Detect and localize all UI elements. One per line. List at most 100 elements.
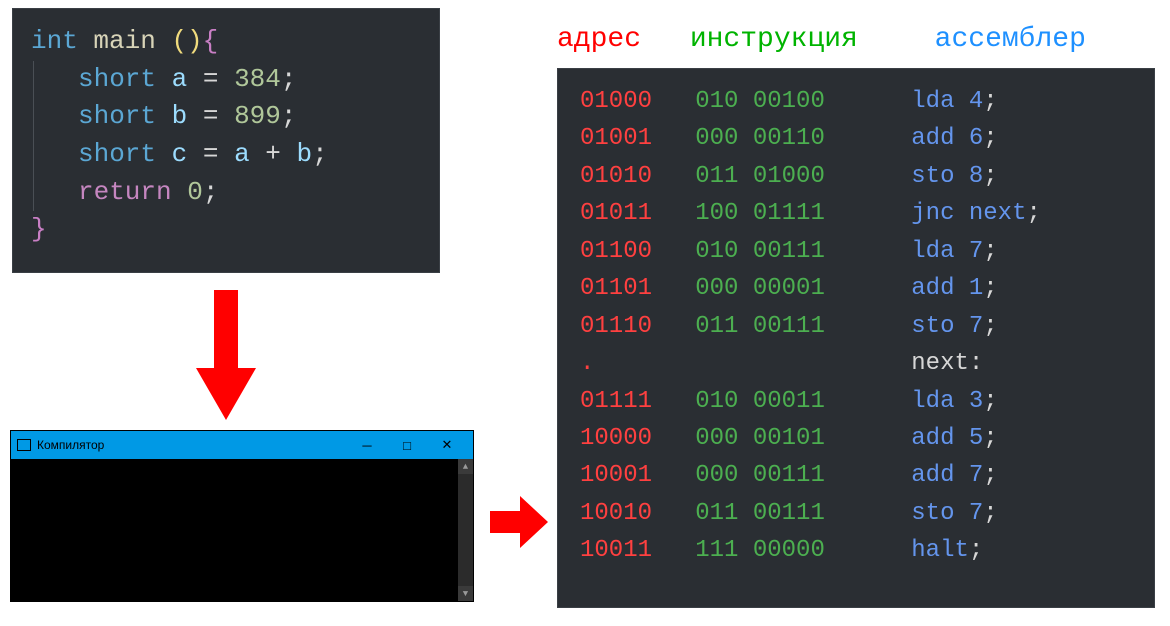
code-token	[218, 64, 234, 94]
asm-row: 01011 100 01111 jnc next;	[580, 195, 1132, 232]
code-token	[187, 139, 203, 169]
header-address: адрес	[557, 24, 641, 55]
asm-instruction: 100 01111	[695, 200, 911, 227]
close-button[interactable]: ✕	[427, 437, 467, 453]
asm-row: 10000 000 00101 add 5;	[580, 420, 1132, 457]
code-token	[187, 101, 203, 131]
asm-address: 10001	[580, 462, 695, 489]
code-line: short c = a + b;	[31, 136, 421, 174]
code-token: b	[172, 101, 188, 131]
asm-instruction: 010 00100	[695, 88, 911, 115]
code-token	[250, 139, 266, 169]
asm-instruction: 000 00001	[695, 275, 911, 302]
code-token: c	[172, 139, 188, 169]
code-token	[172, 177, 188, 207]
asm-instruction: 000 00101	[695, 425, 911, 452]
scrollbar[interactable]: ▲ ▼	[458, 459, 473, 601]
asm-semicolon: ;	[983, 125, 997, 152]
asm-semicolon: ;	[983, 163, 997, 190]
asm-instruction: 111 00000	[695, 537, 911, 564]
asm-instruction: 010 00011	[695, 388, 911, 415]
code-token: {	[203, 26, 219, 56]
asm-mnemonic: add 7	[911, 462, 983, 489]
asm-mnemonic: lda 3	[911, 388, 983, 415]
arrow-right-icon	[490, 496, 548, 553]
code-token: short	[78, 139, 156, 169]
asm-semicolon: ;	[983, 500, 997, 527]
asm-address: 01100	[580, 238, 695, 265]
asm-semicolon: ;	[983, 462, 997, 489]
asm-label: next:	[911, 350, 983, 377]
code-token	[156, 139, 172, 169]
asm-instruction	[695, 350, 911, 377]
code-token: =	[203, 64, 219, 94]
asm-address: 10000	[580, 425, 695, 452]
code-token	[187, 64, 203, 94]
code-line: short a = 384;	[31, 61, 421, 99]
code-token	[218, 101, 234, 131]
asm-address: 10010	[580, 500, 695, 527]
asm-row: 01101 000 00001 add 1;	[580, 270, 1132, 307]
code-line: int main (){	[31, 23, 421, 61]
asm-mnemonic: add 6	[911, 125, 983, 152]
asm-mnemonic: sto 7	[911, 500, 983, 527]
code-token	[78, 26, 94, 56]
asm-instruction: 000 00110	[695, 125, 911, 152]
asm-mnemonic: jnc next	[911, 200, 1026, 227]
asm-instruction: 011 01000	[695, 163, 911, 190]
code-token: ;	[203, 177, 219, 207]
code-token: ()	[171, 26, 202, 56]
maximize-button[interactable]: □	[387, 438, 427, 453]
asm-instruction: 000 00111	[695, 462, 911, 489]
code-token: 384	[234, 64, 281, 94]
code-token: ;	[281, 101, 297, 131]
code-token: +	[265, 139, 281, 169]
asm-address: 01010	[580, 163, 695, 190]
scroll-down-icon[interactable]: ▼	[458, 586, 473, 601]
console-output: ▲ ▼	[11, 459, 473, 601]
asm-address: .	[580, 350, 695, 377]
code-token: short	[78, 64, 156, 94]
window-titlebar[interactable]: Компилятор ─ □ ✕	[11, 431, 473, 459]
asm-semicolon: ;	[983, 425, 997, 452]
asm-row: 10011 111 00000 halt;	[580, 532, 1132, 569]
asm-mnemonic: halt	[911, 537, 969, 564]
asm-address: 01111	[580, 388, 695, 415]
code-token: return	[78, 177, 172, 207]
asm-row: 01110 011 00111 sto 7;	[580, 308, 1132, 345]
asm-row: 01100 010 00111 lda 7;	[580, 233, 1132, 270]
code-token: main	[93, 26, 155, 56]
code-token: b	[297, 139, 313, 169]
asm-mnemonic: lda 7	[911, 238, 983, 265]
asm-column-headers: адрес инструкция ассемблер	[557, 24, 1086, 55]
asm-address: 01011	[580, 200, 695, 227]
arrow-down-icon	[196, 290, 256, 425]
minimize-button[interactable]: ─	[347, 438, 387, 453]
asm-semicolon: ;	[983, 88, 997, 115]
asm-semicolon: ;	[983, 388, 997, 415]
code-token: int	[31, 26, 78, 56]
asm-row: 01111 010 00011 lda 3;	[580, 383, 1132, 420]
asm-row: 01001 000 00110 add 6;	[580, 120, 1132, 157]
code-token	[156, 26, 172, 56]
code-token: ;	[312, 139, 328, 169]
code-token: a	[172, 64, 188, 94]
asm-address: 01001	[580, 125, 695, 152]
header-assembler: ассемблер	[935, 24, 1086, 55]
asm-row: 01000 010 00100 lda 4;	[580, 83, 1132, 120]
asm-mnemonic: add 1	[911, 275, 983, 302]
asm-row: 10001 000 00111 add 7;	[580, 457, 1132, 494]
asm-address: 01101	[580, 275, 695, 302]
scroll-up-icon[interactable]: ▲	[458, 459, 473, 474]
code-token: }	[31, 214, 47, 244]
compiler-console-window: Компилятор ─ □ ✕ ▲ ▼	[10, 430, 474, 602]
asm-address: 10011	[580, 537, 695, 564]
code-token	[281, 139, 297, 169]
window-title: Компилятор	[37, 438, 347, 452]
asm-mnemonic: sto 7	[911, 313, 983, 340]
asm-address: 01110	[580, 313, 695, 340]
asm-mnemonic: sto 8	[911, 163, 983, 190]
asm-mnemonic: lda 4	[911, 88, 983, 115]
asm-instruction: 011 00111	[695, 313, 911, 340]
code-token: =	[203, 139, 219, 169]
